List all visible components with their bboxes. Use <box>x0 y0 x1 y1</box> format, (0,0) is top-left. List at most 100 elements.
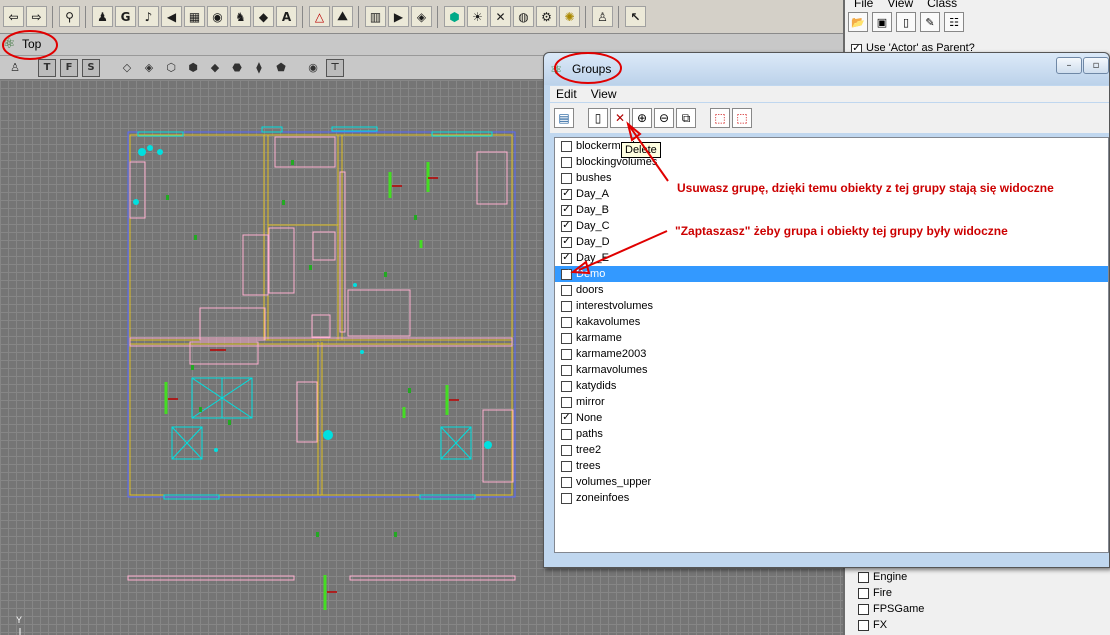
lock-icon[interactable]: ⊤ <box>326 58 344 77</box>
menu-class[interactable]: Class <box>927 0 957 10</box>
class-item-checkbox[interactable] <box>858 571 869 583</box>
viewport-icon[interactable]: ⚛ <box>3 36 16 52</box>
build-paths-icon[interactable]: ✕ <box>490 6 511 27</box>
group-item[interactable]: kakavolumes <box>555 314 1108 330</box>
wireframe-icon[interactable]: ◇ <box>118 59 136 77</box>
new-group-icon[interactable]: ▯ <box>588 108 608 128</box>
view-top-button[interactable]: T <box>38 58 56 77</box>
triangle-icon[interactable]: △ <box>309 6 330 27</box>
lit-icon[interactable]: ◆ <box>206 59 224 77</box>
remove-from-group-icon[interactable]: ⊖ <box>654 108 674 128</box>
class-item-checkbox[interactable] <box>858 619 869 631</box>
dynamic-icon[interactable]: ⬣ <box>228 59 246 77</box>
terrain-icon[interactable]: ⛰ <box>332 6 353 27</box>
static-mesh-icon[interactable]: ◆ <box>253 6 274 27</box>
maximize-button[interactable]: ▫ <box>1083 57 1109 74</box>
group-item[interactable]: volumes_upper <box>555 474 1108 490</box>
build-all-icon[interactable]: ♙ <box>592 6 613 27</box>
group-visibility-checkbox[interactable] <box>561 396 572 408</box>
sliders-icon[interactable]: ⚙ <box>536 6 557 27</box>
add-to-group-icon[interactable]: ⊕ <box>632 108 652 128</box>
group-visibility-checkbox[interactable] <box>561 156 572 168</box>
group-visibility-checkbox[interactable] <box>561 476 572 488</box>
class-item-checkbox[interactable] <box>858 587 869 599</box>
class-item-checkbox[interactable] <box>858 603 869 615</box>
group-item[interactable]: katydids <box>555 378 1108 394</box>
group-visibility-checkbox[interactable] <box>561 140 572 152</box>
help-cursor-icon[interactable]: ↖ <box>625 6 646 27</box>
group-visibility-checkbox[interactable] <box>561 364 572 376</box>
group-item[interactable]: ✓ None <box>555 410 1108 426</box>
group-item[interactable]: ✓ Day_B <box>555 202 1108 218</box>
menu-view[interactable]: View <box>887 0 913 10</box>
actor-icon[interactable]: ♙ <box>6 59 24 77</box>
font-icon[interactable]: A <box>276 6 297 27</box>
group-visibility-checkbox[interactable]: ✓ <box>561 204 572 216</box>
open-folder-icon[interactable]: 📂 <box>848 12 868 32</box>
group-visibility-checkbox[interactable] <box>561 332 572 344</box>
group-visibility-checkbox[interactable]: ✓ <box>561 220 572 232</box>
class-item[interactable]: FX <box>858 617 924 633</box>
textured-icon[interactable]: ⬢ <box>184 59 202 77</box>
select-group-icon[interactable]: ⧉ <box>676 108 696 128</box>
view-side-button[interactable]: S <box>82 58 100 77</box>
bsp-icon[interactable]: ⬡ <box>162 59 180 77</box>
shield-icon[interactable]: ◈ <box>411 6 432 27</box>
depth-icon[interactable]: ⧫ <box>250 59 268 77</box>
save-icon[interactable]: ▣ <box>872 12 892 32</box>
group-item[interactable]: trees <box>555 458 1108 474</box>
group-visibility-checkbox[interactable] <box>561 444 572 456</box>
groups-titlebar[interactable]: ⚛ Groups – ▫ <box>544 53 1109 85</box>
mesh-icon[interactable]: ♞ <box>230 6 251 27</box>
class-item[interactable]: Engine <box>858 569 924 585</box>
group-item[interactable]: tree2 <box>555 442 1108 458</box>
group-visibility-checkbox[interactable] <box>561 300 572 312</box>
group-visibility-checkbox[interactable]: ✓ <box>561 412 572 424</box>
group-item[interactable]: ✓ Day_E <box>555 250 1108 266</box>
group-visibility-checkbox[interactable] <box>561 316 572 328</box>
group-item[interactable]: doors <box>555 282 1108 298</box>
class-item[interactable]: FPSGame <box>858 601 924 617</box>
group-visibility-checkbox[interactable]: ✓ <box>561 268 572 280</box>
class-item[interactable]: Fire <box>858 585 924 601</box>
group-item[interactable]: mirror <box>555 394 1108 410</box>
delete-group-icon[interactable]: ✕ <box>610 108 630 128</box>
speaker-icon[interactable]: ◀ <box>161 6 182 27</box>
groups-refresh-icon[interactable]: ▤ <box>554 108 574 128</box>
music-icon[interactable]: ♪ <box>138 6 159 27</box>
view-front-button[interactable]: F <box>60 58 78 77</box>
build-geometry-icon[interactable]: ⬢ <box>444 6 465 27</box>
group-visibility-checkbox[interactable] <box>561 172 572 184</box>
zone-icon[interactable]: ◈ <box>140 59 158 77</box>
play-icon[interactable]: ▶ <box>388 6 409 27</box>
eye-icon[interactable]: ◉ <box>304 59 322 77</box>
actor-browser-icon[interactable]: ♟ <box>92 6 113 27</box>
group-item[interactable]: karmavolumes <box>555 362 1108 378</box>
group-item[interactable]: karmame2003 <box>555 346 1108 362</box>
binoculars-icon[interactable]: ⚲ <box>59 6 80 27</box>
group-visibility-checkbox[interactable] <box>561 380 572 392</box>
eye-build-icon[interactable]: ◍ <box>513 6 534 27</box>
new-doc-icon[interactable]: ▯ <box>896 12 916 32</box>
group-item[interactable]: zoneinfoes <box>555 490 1108 506</box>
redo-icon[interactable]: ⇨ <box>26 6 47 27</box>
group-visibility-checkbox[interactable]: ✓ <box>561 188 572 200</box>
group-item[interactable]: paths <box>555 426 1108 442</box>
group-visibility-checkbox[interactable] <box>561 428 572 440</box>
select-all-icon[interactable]: ⬚ <box>710 108 730 128</box>
lighting-only-icon[interactable]: ⬟ <box>272 59 290 77</box>
group-visibility-checkbox[interactable] <box>561 348 572 360</box>
group-visibility-checkbox[interactable]: ✓ <box>561 252 572 264</box>
deselect-all-icon[interactable]: ⬚ <box>732 108 752 128</box>
edit-pencil-icon[interactable]: ✎ <box>920 12 940 32</box>
group-browser-icon[interactable]: G <box>115 6 136 27</box>
group-item[interactable]: interestvolumes <box>555 298 1108 314</box>
eye-icon[interactable]: ◉ <box>207 6 228 27</box>
minimize-button[interactable]: – <box>1056 57 1082 74</box>
light-bulb-icon[interactable]: ✺ <box>559 6 580 27</box>
undo-icon[interactable]: ⇦ <box>3 6 24 27</box>
group-visibility-checkbox[interactable] <box>561 284 572 296</box>
group-item[interactable]: karmame <box>555 330 1108 346</box>
menu-edit[interactable]: Edit <box>556 87 577 101</box>
properties-icon[interactable]: ☷ <box>944 12 964 32</box>
